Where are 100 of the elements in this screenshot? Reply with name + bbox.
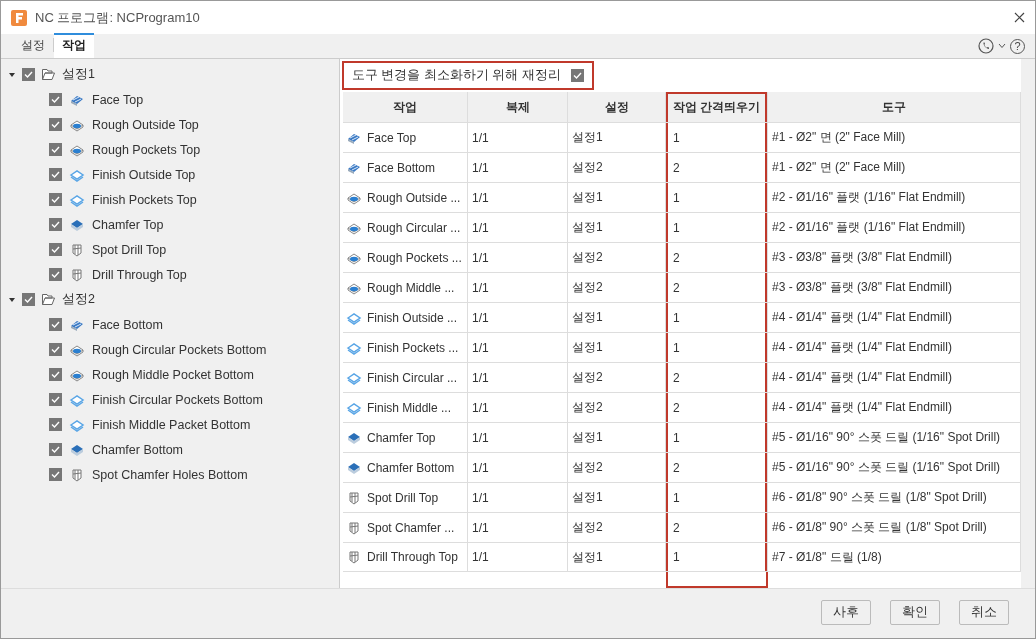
table-cell: 설정2	[568, 362, 666, 392]
operation-label[interactable]: Rough Middle Pocket Bottom	[92, 367, 254, 382]
table-cell: 1/1	[468, 512, 568, 542]
operation-label[interactable]: Rough Pockets Top	[92, 142, 201, 157]
folder-icon	[42, 294, 55, 305]
expand-arrow-icon[interactable]	[9, 72, 15, 77]
table-cell: #4 - Ø1/4" 플랫 (1/4" Flat Endmill)	[768, 362, 1021, 392]
operation-label[interactable]: Finish Middle Packet Bottom	[92, 417, 251, 432]
operation-label[interactable]: Rough Circular Pockets Bottom	[92, 342, 267, 357]
tree-checkbox[interactable]	[22, 68, 35, 81]
tree-checkbox[interactable]	[49, 343, 62, 356]
dialog-button[interactable]: 확인	[890, 600, 940, 625]
operation-label[interactable]: Finish Pockets Top	[92, 192, 197, 207]
table-cell: 2	[666, 152, 768, 182]
dialog-button[interactable]: 사후	[821, 600, 871, 625]
table-cell: 1	[666, 122, 768, 152]
operation-label[interactable]: Face Bottom	[92, 317, 163, 332]
table-cell: 1	[666, 182, 768, 212]
table-cell: 1	[666, 482, 768, 512]
tree-checkbox[interactable]	[49, 393, 62, 406]
tree-checkbox[interactable]	[49, 218, 62, 231]
drill-operation-icon	[346, 549, 362, 565]
table-cell: 설정2	[568, 452, 666, 482]
table-cell: 2	[666, 512, 768, 542]
table-cell: 1/1	[468, 542, 568, 572]
tree-checkbox[interactable]	[49, 418, 62, 431]
operation-name: Spot Chamfer ...	[367, 520, 455, 535]
reorder-label: 도구 변경을 최소화하기 위해 재정리	[352, 67, 561, 84]
folder-icon	[42, 69, 55, 80]
operation-label[interactable]: Spot Chamfer Holes Bottom	[92, 467, 248, 482]
operation-label[interactable]: Chamfer Top	[92, 217, 164, 232]
table-cell: 설정1	[568, 302, 666, 332]
table-cell: 1/1	[468, 362, 568, 392]
operation-label[interactable]: Finish Circular Pockets Bottom	[92, 392, 263, 407]
column-header[interactable]: 작업 간격띄우기	[666, 92, 768, 122]
operation-label[interactable]: Spot Drill Top	[92, 242, 167, 257]
expand-arrow-icon[interactable]	[9, 297, 15, 302]
operation-label[interactable]: Face Top	[92, 92, 144, 107]
tree-checkbox[interactable]	[49, 268, 62, 281]
close-icon[interactable]	[1014, 12, 1025, 23]
table-cell: 2	[666, 362, 768, 392]
tree-checkbox[interactable]	[49, 368, 62, 381]
tree-checkbox[interactable]	[49, 168, 62, 181]
tree-checkbox[interactable]	[49, 318, 62, 331]
table-cell: 설정2	[568, 512, 666, 542]
table-cell: 1/1	[468, 452, 568, 482]
operation-label[interactable]: Rough Outside Top	[92, 117, 199, 132]
drill-operation-icon	[346, 519, 362, 536]
table-cell: 설정2	[568, 152, 666, 182]
column-header[interactable]: 설정	[568, 92, 666, 122]
tree-checkbox[interactable]	[49, 118, 62, 131]
table-cell: #5 - Ø1/16" 90° 스폿 드릴 (1/16" Spot Drill)	[768, 422, 1021, 452]
table-cell: 1/1	[468, 152, 568, 182]
drill-operation-icon	[69, 266, 85, 283]
table-cell: 설정1	[568, 542, 666, 572]
table-cell: 1/1	[468, 332, 568, 362]
table-cell: #3 - Ø3/8" 플랫 (3/8" Flat Endmill)	[768, 242, 1021, 272]
drill-operation-icon	[69, 241, 85, 258]
table-cell: #2 - Ø1/16" 플랫 (1/16" Flat Endmill)	[768, 212, 1021, 242]
table-cell: #3 - Ø3/8" 플랫 (3/8" Flat Endmill)	[768, 272, 1021, 302]
column-header[interactable]: 작업	[343, 92, 468, 122]
table-cell: 2	[666, 272, 768, 302]
tree-checkbox[interactable]	[49, 193, 62, 206]
table-cell: 1	[666, 302, 768, 332]
operation-name: Face Bottom	[367, 160, 436, 175]
operation-name: Finish Middle ...	[367, 400, 452, 415]
column-header[interactable]: 복제	[468, 92, 568, 122]
tree-checkbox[interactable]	[49, 143, 62, 156]
table-cell: 설정1	[568, 332, 666, 362]
tree-checkbox[interactable]	[49, 443, 62, 456]
tree-checkbox[interactable]	[22, 293, 35, 306]
caret-icon[interactable]	[998, 43, 1006, 49]
tree-checkbox[interactable]	[49, 243, 62, 256]
tab[interactable]: 작업	[54, 33, 94, 58]
operation-name: Finish Circular ...	[367, 370, 458, 385]
setup-label[interactable]: 설정1	[62, 66, 95, 83]
table-cell: 설정1	[568, 182, 666, 212]
operation-name: Finish Outside ...	[367, 310, 458, 325]
operation-label[interactable]: Drill Through Top	[92, 267, 187, 282]
table-cell: 설정2	[568, 392, 666, 422]
operation-label[interactable]: Chamfer Bottom	[92, 442, 183, 457]
table-cell: 설정1	[568, 122, 666, 152]
column-header[interactable]: 도구	[768, 92, 1021, 122]
phone-icon[interactable]	[978, 38, 994, 54]
table-cell: 설정2	[568, 242, 666, 272]
tree-checkbox[interactable]	[49, 93, 62, 106]
operation-label[interactable]: Finish Outside Top	[92, 167, 196, 182]
table-cell: 1	[666, 212, 768, 242]
dialog-button[interactable]: 취소	[959, 600, 1009, 625]
table-cell: 1/1	[468, 482, 568, 512]
app-icon	[11, 9, 27, 26]
reorder-checkbox[interactable]	[570, 69, 584, 82]
table-cell: 1	[666, 422, 768, 452]
tab[interactable]: 설정	[13, 33, 53, 58]
operation-name: Chamfer Top	[367, 430, 436, 445]
tree-checkbox[interactable]	[49, 468, 62, 481]
table-cell: 1	[666, 542, 768, 572]
operation-name: Chamfer Bottom	[367, 460, 455, 475]
operation-name: Drill Through Top	[367, 550, 458, 564]
setup-label[interactable]: 설정2	[62, 291, 95, 308]
